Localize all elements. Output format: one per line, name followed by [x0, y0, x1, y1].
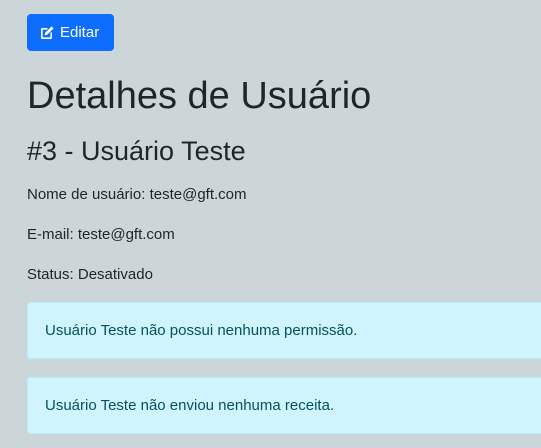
email-label: E-mail: — [27, 226, 74, 243]
permissions-alert: Usuário Teste não possui nenhuma permiss… — [27, 302, 541, 359]
page-title: Detalhes de Usuário — [27, 75, 372, 117]
email-value: teste@gft.com — [77, 226, 175, 243]
status-label: Status: — [27, 266, 74, 283]
status-row: Status: Desativado — [27, 265, 153, 285]
permissions-alert-text: Usuário Teste não possui nenhuma permiss… — [45, 322, 358, 339]
status-value: Desativado — [77, 266, 153, 283]
recipes-alert: Usuário Teste não enviou nenhuma receita… — [27, 377, 541, 434]
edit-square-pen-icon — [39, 25, 55, 41]
username-value: teste@gft.com — [149, 186, 247, 203]
recipes-alert-text: Usuário Teste não enviou nenhuma receita… — [45, 397, 335, 414]
edit-button-label: Editar — [60, 24, 100, 41]
user-heading: #3 - Usuário Teste — [27, 136, 246, 166]
edit-button[interactable]: Editar — [27, 14, 114, 51]
username-label: Nome de usuário: — [27, 186, 146, 203]
email-row: E-mail: teste@gft.com — [27, 225, 175, 245]
username-row: Nome de usuário: teste@gft.com — [27, 185, 247, 205]
